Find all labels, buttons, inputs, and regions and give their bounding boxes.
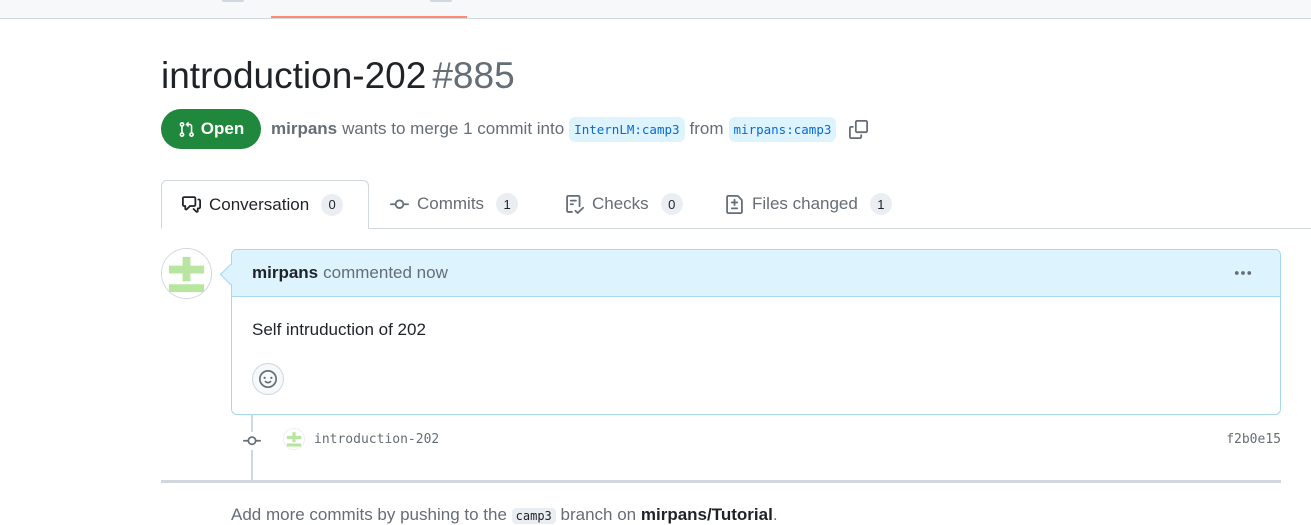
- timeline-end-divider: [161, 480, 1281, 483]
- commit-sha-link[interactable]: f2b0e15: [1226, 432, 1281, 447]
- add-reaction-button[interactable]: [252, 363, 284, 395]
- push-hint-mid: branch on: [560, 505, 637, 524]
- push-hint: Add more commits by pushing to the camp3…: [231, 505, 778, 525]
- checklist-icon: [566, 194, 584, 214]
- identicon-icon: [162, 249, 211, 298]
- git-commit-icon: [390, 198, 409, 209]
- comment-box: mirpans commented now Self intruduction …: [219, 249, 1281, 415]
- comment-timestamp[interactable]: commented now: [323, 263, 448, 283]
- pr-title-text: introduction-202: [161, 55, 427, 96]
- status-badge-label: Open: [200, 119, 245, 138]
- repo-link[interactable]: mirpans/Tutorial: [641, 505, 773, 524]
- base-branch-link[interactable]: InternLM:camp3: [569, 116, 685, 142]
- git-commit-icon: [242, 432, 262, 450]
- identicon-icon: [284, 429, 304, 449]
- tab-files-changed[interactable]: Files changed 1: [725, 180, 892, 228]
- smiley-icon: [259, 370, 277, 388]
- nav-tab-stub: [430, 0, 452, 2]
- comment-header: mirpans commented now: [232, 250, 1280, 297]
- avatar[interactable]: [161, 248, 212, 299]
- push-hint-branch: camp3: [511, 508, 556, 524]
- tab-conversation-label: Conversation: [209, 194, 310, 214]
- comment-discussion-icon: [182, 196, 201, 213]
- commit-author-avatar[interactable]: [283, 428, 305, 450]
- status-badge: Open: [161, 109, 261, 149]
- comment-body: Self intruduction of 202: [252, 320, 426, 339]
- page-title: introduction-202 #885: [161, 52, 515, 100]
- copy-icon[interactable]: [847, 118, 869, 140]
- push-hint-pre: Add more commits by pushing to the: [231, 505, 507, 524]
- active-nav-underline: [271, 16, 467, 18]
- git-pull-request-icon: [179, 121, 194, 137]
- push-hint-post: .: [772, 505, 778, 524]
- tab-checks-count: 0: [660, 193, 683, 215]
- repo-nav-bar: [0, 0, 1311, 19]
- tab-commits-label: Commits: [417, 194, 485, 213]
- pr-number: #885: [432, 55, 515, 96]
- merge-text: wants to merge 1 commit into: [342, 119, 565, 138]
- pr-tabs: Conversation 0 Commits 1 Checks 0 Files …: [0, 180, 1311, 229]
- tab-files-changed-count: 1: [869, 193, 892, 215]
- tab-commits[interactable]: Commits 1: [390, 180, 519, 228]
- kebab-horizontal-icon[interactable]: [1230, 260, 1256, 286]
- tab-files-changed-label: Files changed: [752, 194, 858, 213]
- tab-checks-label: Checks: [592, 194, 649, 213]
- file-diff-icon: [726, 194, 743, 214]
- tab-checks[interactable]: Checks 0: [565, 180, 683, 228]
- tab-commits-count: 1: [496, 193, 519, 215]
- nav-tab-stub: [222, 0, 244, 2]
- merge-summary: mirpans wants to merge 1 commit into Int…: [271, 116, 869, 142]
- from-text: from: [689, 119, 724, 138]
- pr-author-link[interactable]: mirpans: [271, 119, 337, 139]
- tab-conversation-count: 0: [321, 193, 344, 216]
- commit-message-link[interactable]: introduction-202: [314, 432, 439, 447]
- head-branch-link[interactable]: mirpans:camp3: [728, 116, 837, 142]
- comment-author-link[interactable]: mirpans: [252, 263, 318, 283]
- tab-conversation[interactable]: Conversation 0: [161, 180, 369, 229]
